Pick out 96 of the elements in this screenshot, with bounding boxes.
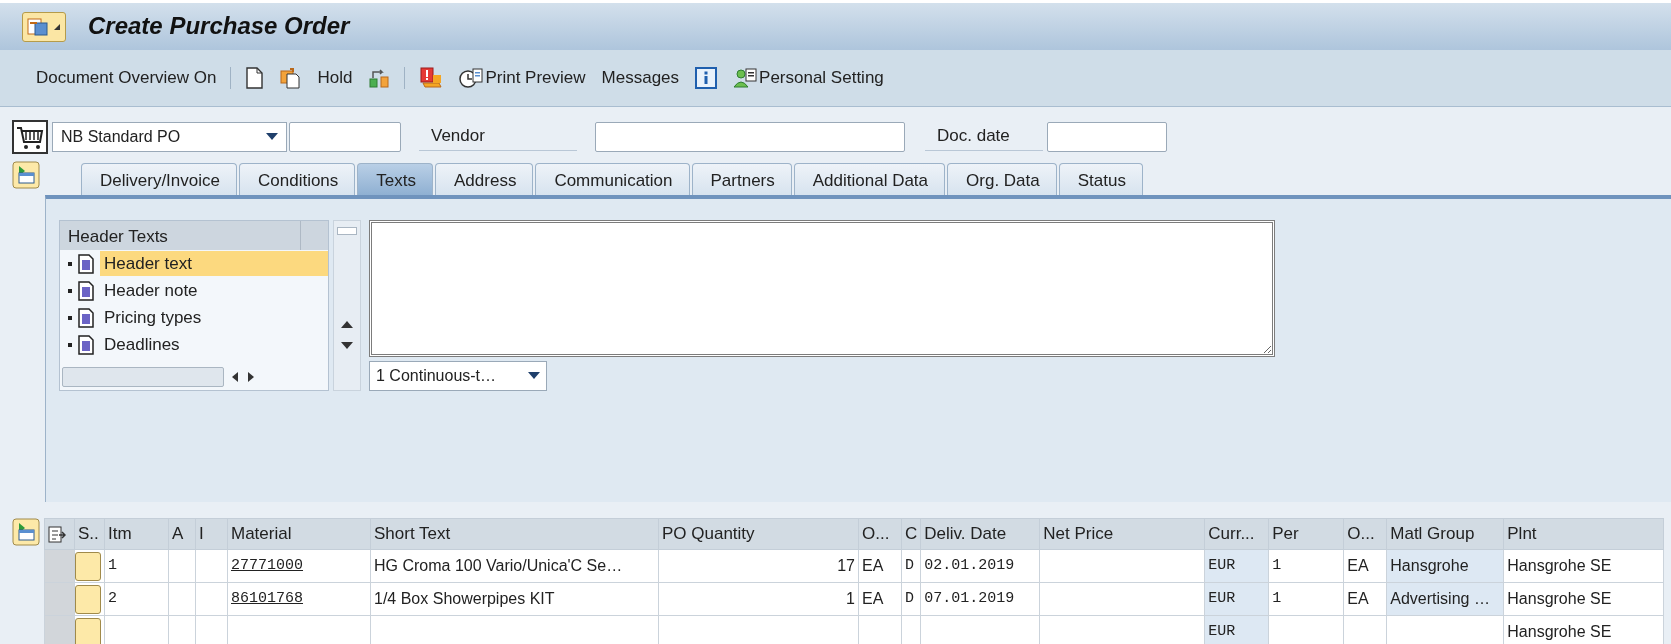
bullet-icon: [68, 288, 72, 293]
column-header: Matl Group: [1386, 518, 1504, 550]
column-header: A: [168, 518, 196, 550]
toolbar-button[interactable]: Print Preview: [457, 65, 588, 91]
scroll-right-icon: [246, 370, 256, 383]
column-header: Curr...: [1204, 518, 1269, 550]
caret-icon: [53, 22, 61, 31]
info-icon: [695, 67, 718, 89]
column-header: Plnt: [1503, 518, 1664, 550]
document-number-field[interactable]: [289, 122, 401, 152]
scroll-left-icon: [230, 370, 240, 383]
app-icon: [27, 16, 49, 37]
bullet-icon: [68, 315, 72, 320]
column-header: Net Price: [1039, 518, 1205, 550]
scroll-up-icon: [341, 320, 353, 328]
table-cell: Hansgrohe SE: [1503, 582, 1664, 616]
tree-item[interactable]: Deadlines: [100, 331, 184, 358]
hierarchy-icon: [368, 67, 391, 89]
tab[interactable]: Delivery/Invoice: [81, 163, 237, 195]
table-cell: 02.01.2019: [920, 549, 1040, 583]
scroll-down-icon: [341, 342, 353, 350]
document-type-dropdown[interactable]: NB Standard PO: [52, 122, 287, 152]
text-editor[interactable]: [369, 220, 1275, 357]
table-settings-icon[interactable]: [48, 525, 66, 544]
window-title: Create Purchase Order: [88, 12, 350, 41]
tab[interactable]: Status: [1058, 163, 1143, 195]
column-header: Short Text: [370, 518, 659, 550]
table-cell: Hansgrohe SE: [1503, 549, 1664, 583]
column-header: S..: [74, 518, 105, 550]
document-icon: [78, 334, 94, 355]
column-header: Material: [227, 518, 371, 550]
column-header: PO Quantity: [658, 518, 859, 550]
tab[interactable]: Org. Data: [947, 163, 1057, 195]
column-header: Itm: [104, 518, 169, 550]
app-menu-button[interactable]: [22, 11, 66, 42]
table-cell: EUR: [1204, 549, 1269, 583]
vendor-label: Vendor: [419, 123, 577, 151]
dropdown-arrow-icon: [266, 133, 278, 141]
table-cell: HG Croma 100 Vario/Unica'C Se…: [370, 549, 659, 583]
toolbar-button[interactable]: [693, 67, 720, 89]
column-header: O...: [858, 518, 902, 550]
table-cell: 1: [1268, 582, 1344, 616]
toolbar-button[interactable]: Messages: [599, 65, 682, 91]
print-preview-icon: [459, 67, 484, 89]
tab[interactable]: Address: [435, 163, 534, 195]
table-cell: EUR: [1204, 582, 1269, 616]
document-icon: [78, 307, 94, 328]
column-header: O...: [1343, 518, 1387, 550]
scrollbar-thumb[interactable]: [62, 366, 224, 387]
format-dropdown[interactable]: 1 Continuous-t…: [369, 361, 547, 391]
dropdown-arrow-icon: [528, 372, 540, 380]
toolbar-button[interactable]: Hold: [315, 65, 355, 91]
bullet-icon: [68, 261, 72, 266]
new-document-icon: [245, 67, 264, 89]
status-button[interactable]: [75, 584, 101, 614]
tree-header: Header Texts: [67, 226, 169, 248]
document-icon: [78, 280, 94, 301]
toolbar-button[interactable]: Personal Setting: [731, 65, 886, 91]
table-cell: 07.01.2019: [920, 582, 1040, 616]
table-cell: 2: [104, 582, 169, 616]
document-icon: [78, 253, 94, 274]
tab[interactable]: Texts: [357, 163, 433, 195]
column-header: Deliv. Date: [920, 518, 1040, 550]
tree-item[interactable]: Header note: [100, 277, 202, 304]
tree-item[interactable]: Header text: [100, 250, 328, 277]
cart-icon[interactable]: [12, 120, 48, 154]
table-cell: 1: [658, 582, 859, 616]
toolbar-button[interactable]: [243, 67, 266, 89]
column-header: I: [195, 518, 228, 550]
alert-icon: [419, 67, 444, 89]
tab[interactable]: Partners: [691, 163, 792, 195]
tab[interactable]: Communication: [535, 163, 690, 195]
doc-date-field[interactable]: [1047, 122, 1167, 152]
tab[interactable]: Conditions: [239, 163, 356, 195]
status-button[interactable]: [75, 551, 101, 581]
panel-toggle-icon[interactable]: [12, 161, 40, 189]
doc-date-label: Doc. date: [925, 123, 1043, 151]
table-cell: 17: [658, 549, 859, 583]
table-cell: 1: [104, 549, 169, 583]
copy-document-icon: [279, 67, 302, 89]
bullet-icon: [68, 342, 72, 347]
scrollbar-thumb[interactable]: [337, 227, 357, 235]
table-cell: Hansgrohe: [1386, 549, 1504, 583]
table-cell: Advertising …: [1386, 582, 1504, 616]
tree-item[interactable]: Pricing types: [100, 304, 206, 331]
vendor-field[interactable]: [595, 122, 905, 152]
table-cell: EUR: [1204, 615, 1269, 644]
table-cell: 1: [1268, 549, 1344, 583]
table-cell: Hansgrohe SE: [1503, 615, 1664, 644]
personal-setting-icon: [733, 67, 758, 89]
table-cell: 1/4 Box Showerpipes KIT: [370, 582, 659, 616]
panel-toggle-icon[interactable]: [12, 518, 40, 546]
column-header: Per: [1268, 518, 1344, 550]
toolbar-button[interactable]: Document Overview On: [34, 65, 219, 91]
status-button[interactable]: [75, 617, 101, 644]
tab[interactable]: Additional Data: [793, 163, 946, 195]
